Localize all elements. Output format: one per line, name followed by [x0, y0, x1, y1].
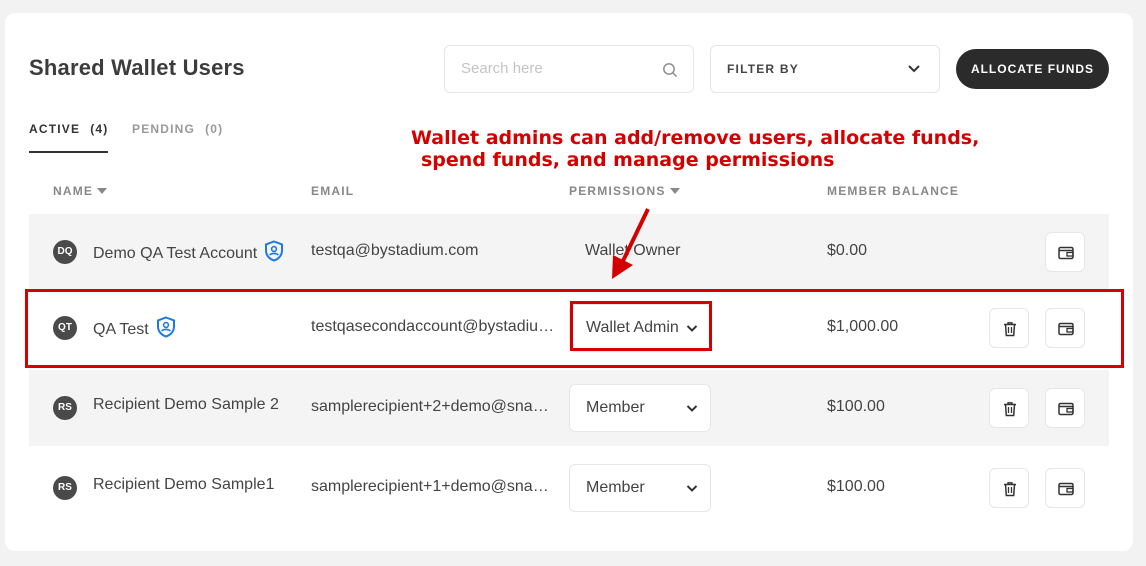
avatar: DQ	[53, 240, 77, 264]
table-row: DQ Demo QA Test Account testqa@bystadium…	[29, 214, 1109, 290]
annotation-highlight-permission	[570, 301, 712, 351]
wallet-button[interactable]	[1045, 232, 1085, 272]
sort-caret-icon	[97, 188, 108, 194]
permission-select[interactable]: Member	[569, 384, 711, 432]
annotation-text-line-1: Wallet admins can add/remove users, allo…	[411, 127, 980, 149]
avatar: RS	[53, 396, 77, 420]
column-header-name[interactable]: NAME	[53, 184, 108, 198]
search-input[interactable]	[461, 60, 651, 77]
sort-caret-icon	[669, 188, 680, 194]
chevron-down-icon	[686, 405, 698, 412]
member-balance: $0.00	[827, 242, 868, 259]
delete-button[interactable]	[989, 388, 1029, 428]
trash-icon	[1004, 482, 1016, 497]
permission-select[interactable]: Member	[569, 464, 711, 512]
wallet-button[interactable]	[1045, 468, 1085, 508]
table-row: RS Recipient Demo Sample1 samplerecipien…	[29, 450, 1109, 526]
page-title: Shared Wallet Users	[29, 55, 245, 80]
chevron-down-icon	[908, 65, 920, 73]
avatar: RS	[53, 476, 77, 500]
search-icon[interactable]	[662, 62, 678, 78]
tab-pending-count: (0)	[205, 122, 224, 136]
column-header-balance: MEMBER BALANCE	[827, 184, 960, 198]
member-balance: $100.00	[827, 478, 885, 495]
trash-icon	[1004, 402, 1016, 417]
annotation-arrow-icon	[612, 208, 650, 279]
table-row: RS Recipient Demo Sample 2 samplerecipie…	[29, 370, 1109, 446]
permission-value: Member	[586, 399, 645, 416]
permission-value: Member	[586, 479, 645, 496]
user-email: samplerecipient+1+demo@snapshot.com	[311, 478, 556, 495]
delete-button[interactable]	[989, 468, 1029, 508]
tab-active-count: (4)	[90, 122, 109, 136]
wallet-icon	[1058, 246, 1074, 260]
annotation-text-line-2: spend funds, and manage permissions	[421, 149, 835, 171]
column-header-permissions[interactable]: PERMISSIONS	[569, 184, 680, 198]
wallet-icon	[1058, 482, 1074, 496]
user-email: testqa@bystadium.com	[311, 242, 479, 259]
tab-active[interactable]: ACTIVE (4)	[29, 122, 108, 153]
allocate-funds-button[interactable]: ALLOCATE FUNDS	[956, 49, 1109, 89]
wallet-button[interactable]	[1045, 388, 1085, 428]
column-header-email: EMAIL	[311, 184, 355, 198]
user-email: samplerecipient+2+demo@snapshot.com	[311, 398, 556, 415]
tab-pending-label: PENDING	[132, 122, 196, 136]
chevron-down-icon	[686, 485, 698, 492]
column-header-name-label: NAME	[53, 184, 94, 198]
user-name: Recipient Demo Sample 2	[93, 396, 279, 413]
tab-pending[interactable]: PENDING (0)	[132, 122, 223, 136]
column-header-permissions-label: PERMISSIONS	[569, 184, 666, 198]
admin-shield-icon	[265, 240, 284, 262]
user-name-text: Demo QA Test Account	[93, 245, 258, 262]
search-box[interactable]	[444, 45, 694, 93]
filter-label: FILTER BY	[727, 62, 799, 76]
user-name: Recipient Demo Sample1	[93, 476, 275, 493]
member-balance: $100.00	[827, 398, 885, 415]
user-name: Demo QA Test Account	[93, 240, 285, 263]
tab-active-label: ACTIVE	[29, 122, 81, 136]
wallet-icon	[1058, 402, 1074, 416]
filter-dropdown[interactable]: FILTER BY	[710, 45, 940, 93]
